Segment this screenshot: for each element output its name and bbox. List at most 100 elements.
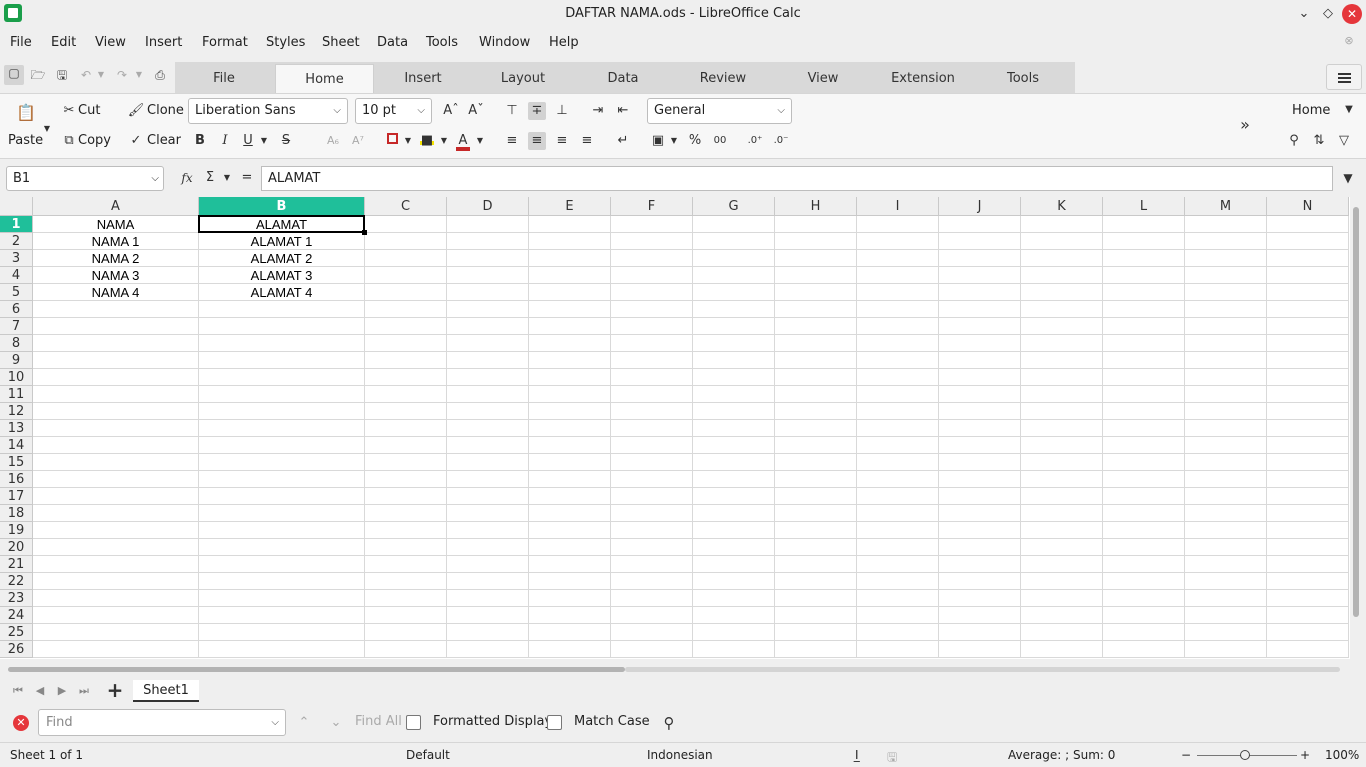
cell-b22[interactable] bbox=[199, 573, 365, 590]
cell-d5[interactable] bbox=[447, 284, 529, 301]
tab-review[interactable]: Review bbox=[674, 64, 772, 93]
font-name-combo[interactable]: Liberation Sans ⌵ bbox=[188, 98, 348, 124]
italic-icon[interactable]: I bbox=[216, 132, 234, 150]
cell-i21[interactable] bbox=[857, 556, 939, 573]
align-center-icon[interactable]: ≡ bbox=[528, 132, 546, 150]
menu-edit[interactable]: Edit bbox=[51, 35, 76, 50]
function-wizard-icon[interactable]: fx bbox=[178, 169, 196, 187]
wrap-text-icon[interactable]: ↵ bbox=[614, 132, 632, 150]
cell-g10[interactable] bbox=[693, 369, 775, 386]
cell-m13[interactable] bbox=[1185, 420, 1267, 437]
fill-handle[interactable] bbox=[362, 230, 367, 235]
cell-e15[interactable] bbox=[529, 454, 611, 471]
cell-h4[interactable] bbox=[775, 267, 857, 284]
cell-i6[interactable] bbox=[857, 301, 939, 318]
tab-insert[interactable]: Insert bbox=[374, 64, 472, 93]
subscript-icon[interactable]: A₆ bbox=[324, 132, 342, 150]
page-style[interactable]: Default bbox=[406, 748, 450, 762]
tab-file[interactable]: File bbox=[175, 64, 273, 93]
cell-d16[interactable] bbox=[447, 471, 529, 488]
background-color-icon[interactable]: ■ bbox=[418, 132, 436, 150]
cell-a7[interactable] bbox=[33, 318, 199, 335]
underline-icon[interactable]: U bbox=[239, 132, 257, 150]
menu-sheet[interactable]: Sheet bbox=[322, 35, 360, 50]
cell-a8[interactable] bbox=[33, 335, 199, 352]
column-header-l[interactable]: L bbox=[1103, 197, 1185, 216]
clear-button[interactable]: Clear bbox=[147, 133, 181, 148]
cell-i4[interactable] bbox=[857, 267, 939, 284]
cell-f22[interactable] bbox=[611, 573, 693, 590]
cell-c14[interactable] bbox=[365, 437, 447, 454]
cell-n18[interactable] bbox=[1267, 505, 1349, 522]
cell-k7[interactable] bbox=[1021, 318, 1103, 335]
cell-e16[interactable] bbox=[529, 471, 611, 488]
align-right-icon[interactable]: ≡ bbox=[553, 132, 571, 150]
save-icon[interactable]: 🖫 bbox=[54, 67, 70, 83]
cell-e14[interactable] bbox=[529, 437, 611, 454]
column-header-d[interactable]: D bbox=[447, 197, 529, 216]
cell-a18[interactable] bbox=[33, 505, 199, 522]
cell-f11[interactable] bbox=[611, 386, 693, 403]
cell-h22[interactable] bbox=[775, 573, 857, 590]
clone-formatting-icon[interactable]: 🖌 bbox=[127, 102, 145, 120]
cell-m20[interactable] bbox=[1185, 539, 1267, 556]
cell-g5[interactable] bbox=[693, 284, 775, 301]
cell-a16[interactable] bbox=[33, 471, 199, 488]
cell-h16[interactable] bbox=[775, 471, 857, 488]
find-replace-dialog-icon[interactable]: ⚲ bbox=[660, 714, 678, 732]
cell-b4[interactable]: ALAMAT 3 bbox=[199, 267, 365, 284]
sort-icon[interactable]: ⇅ bbox=[1310, 132, 1328, 150]
cell-c15[interactable] bbox=[365, 454, 447, 471]
cell-l1[interactable] bbox=[1103, 216, 1185, 233]
cell-g7[interactable] bbox=[693, 318, 775, 335]
cell-g14[interactable] bbox=[693, 437, 775, 454]
cell-g8[interactable] bbox=[693, 335, 775, 352]
cell-m12[interactable] bbox=[1185, 403, 1267, 420]
standard-number-icon[interactable]: 00 bbox=[711, 132, 729, 150]
cell-e4[interactable] bbox=[529, 267, 611, 284]
cell-j23[interactable] bbox=[939, 590, 1021, 607]
cell-b2[interactable]: ALAMAT 1 bbox=[199, 233, 365, 250]
cell-f15[interactable] bbox=[611, 454, 693, 471]
cell-h23[interactable] bbox=[775, 590, 857, 607]
row-header-13[interactable]: 13 bbox=[0, 420, 33, 437]
cell-b19[interactable] bbox=[199, 522, 365, 539]
zoom-in-icon[interactable]: + bbox=[1300, 748, 1310, 762]
cell-d15[interactable] bbox=[447, 454, 529, 471]
cell-k13[interactable] bbox=[1021, 420, 1103, 437]
cell-j6[interactable] bbox=[939, 301, 1021, 318]
cell-l12[interactable] bbox=[1103, 403, 1185, 420]
cell-m19[interactable] bbox=[1185, 522, 1267, 539]
cell-c9[interactable] bbox=[365, 352, 447, 369]
previous-sheet-icon[interactable]: ◀ bbox=[33, 684, 47, 698]
cell-j7[interactable] bbox=[939, 318, 1021, 335]
maximize-icon[interactable]: ◇ bbox=[1318, 4, 1338, 24]
cell-f23[interactable] bbox=[611, 590, 693, 607]
column-header-a[interactable]: A bbox=[33, 197, 199, 216]
cell-f26[interactable] bbox=[611, 641, 693, 658]
cell-a26[interactable] bbox=[33, 641, 199, 658]
cell-m6[interactable] bbox=[1185, 301, 1267, 318]
cell-m16[interactable] bbox=[1185, 471, 1267, 488]
cell-g16[interactable] bbox=[693, 471, 775, 488]
cell-h19[interactable] bbox=[775, 522, 857, 539]
cell-i1[interactable] bbox=[857, 216, 939, 233]
expand-formula-icon[interactable]: ▼ bbox=[1339, 169, 1357, 187]
cell-a22[interactable] bbox=[33, 573, 199, 590]
cell-d13[interactable] bbox=[447, 420, 529, 437]
strikethrough-icon[interactable]: S bbox=[277, 132, 295, 150]
cell-a11[interactable] bbox=[33, 386, 199, 403]
menu-view[interactable]: View bbox=[95, 35, 126, 50]
column-header-k[interactable]: K bbox=[1021, 197, 1103, 216]
cell-m10[interactable] bbox=[1185, 369, 1267, 386]
cell-k21[interactable] bbox=[1021, 556, 1103, 573]
cell-a5[interactable]: NAMA 4 bbox=[33, 284, 199, 301]
cell-n14[interactable] bbox=[1267, 437, 1349, 454]
cell-f12[interactable] bbox=[611, 403, 693, 420]
cell-a23[interactable] bbox=[33, 590, 199, 607]
cell-n24[interactable] bbox=[1267, 607, 1349, 624]
menu-data[interactable]: Data bbox=[377, 35, 408, 50]
cell-h21[interactable] bbox=[775, 556, 857, 573]
cell-j4[interactable] bbox=[939, 267, 1021, 284]
cell-b8[interactable] bbox=[199, 335, 365, 352]
